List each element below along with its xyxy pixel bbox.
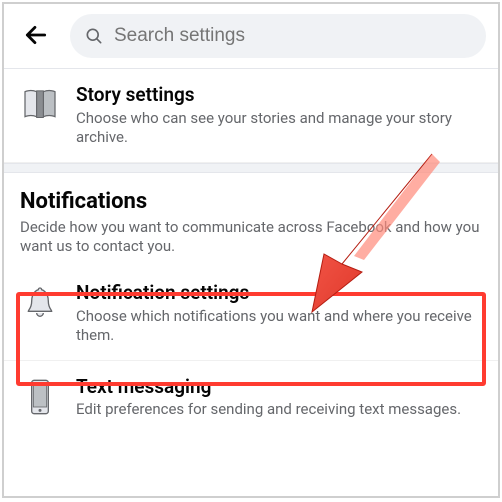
- back-button[interactable]: [14, 14, 58, 58]
- back-arrow-icon: [23, 22, 49, 51]
- item-body: Story settings Choose who can see your s…: [76, 83, 482, 148]
- phone-icon: [18, 375, 62, 419]
- section-divider: [4, 163, 498, 173]
- book-icon: [18, 83, 62, 127]
- item-body: Text messaging Edit preferences for send…: [76, 375, 482, 420]
- top-bar: [4, 4, 498, 69]
- list-item-story-settings[interactable]: Story settings Choose who can see your s…: [4, 69, 498, 163]
- search-input[interactable]: [114, 25, 472, 47]
- list-item-notification-settings[interactable]: Notification settings Choose which notif…: [4, 267, 498, 361]
- item-title: Notification settings: [76, 281, 482, 305]
- search-field[interactable]: [70, 14, 486, 58]
- section-subtitle: Decide how you want to communicate acros…: [20, 218, 482, 257]
- item-title: Story settings: [76, 83, 482, 107]
- item-body: Notification settings Choose which notif…: [76, 281, 482, 346]
- search-icon: [84, 26, 104, 46]
- bell-icon: [18, 281, 62, 325]
- section-title: Notifications: [20, 189, 482, 214]
- list-item-text-messaging[interactable]: Text messaging Edit preferences for send…: [4, 361, 498, 434]
- item-subtitle: Choose which notifications you want and …: [76, 307, 482, 346]
- item-subtitle: Edit preferences for sending and receivi…: [76, 400, 482, 420]
- item-title: Text messaging: [76, 375, 482, 399]
- section-header-notifications: Notifications Decide how you want to com…: [4, 173, 498, 267]
- item-subtitle: Choose who can see your stories and mana…: [76, 109, 482, 148]
